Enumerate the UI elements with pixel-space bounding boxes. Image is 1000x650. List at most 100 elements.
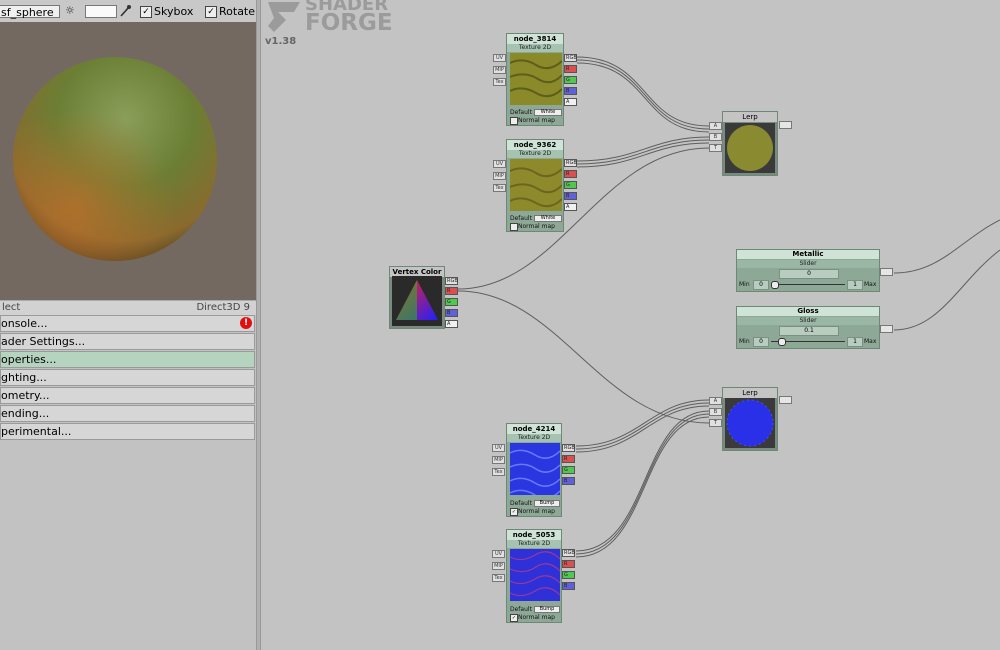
output-port-rgb[interactable]: RGB <box>562 444 575 452</box>
eyedropper-icon[interactable] <box>118 3 132 17</box>
slider-thumb[interactable] <box>771 281 779 289</box>
material-preview[interactable] <box>0 22 256 300</box>
output-port-rgb[interactable]: RGB <box>564 54 577 62</box>
normal-map-checkbox[interactable]: ✓ <box>510 508 518 516</box>
slider-value-field[interactable]: 0 <box>779 269 839 279</box>
skybox-label: Skybox <box>154 5 194 18</box>
input-port-uv[interactable]: UV <box>493 54 506 62</box>
menu-blending[interactable]: ending... <box>0 405 255 422</box>
output-port-b[interactable]: B <box>564 192 577 200</box>
menu-label: ometry... <box>1 389 50 402</box>
gloss-output-port[interactable] <box>880 325 893 333</box>
lerp-preview <box>725 123 775 173</box>
menu-lighting[interactable]: ghting... <box>0 369 255 386</box>
default-dropdown[interactable]: White <box>534 215 562 222</box>
input-port-mip[interactable]: MIP <box>493 172 506 180</box>
background-color-swatch[interactable] <box>85 5 117 18</box>
input-port-mip[interactable]: MIP <box>492 456 505 464</box>
min-label: Min <box>739 281 750 288</box>
menu-geometry[interactable]: ometry... <box>0 387 255 404</box>
lerp-node-2[interactable]: Lerp <box>722 387 778 451</box>
menu-experimental[interactable]: perimental... <box>0 423 255 440</box>
input-port-a[interactable]: A <box>709 122 722 130</box>
metallic-output-port[interactable] <box>880 268 893 276</box>
skybox-toggle[interactable]: ✓ Skybox <box>140 5 193 19</box>
max-field[interactable]: 1 <box>847 337 863 347</box>
texture-node-9362[interactable]: node_9362 Texture 2D Default White Norma… <box>506 139 564 232</box>
output-port-g[interactable]: G <box>564 181 577 189</box>
lerp-preview <box>725 398 775 448</box>
min-field[interactable]: 0 <box>753 337 769 347</box>
output-port-r[interactable]: R <box>564 170 577 178</box>
node-title: Gloss <box>737 307 879 316</box>
input-port-b[interactable]: B <box>709 408 722 416</box>
max-field[interactable]: 1 <box>847 280 863 290</box>
menu-properties[interactable]: operties... <box>0 351 255 368</box>
output-port-b[interactable]: B <box>564 87 577 95</box>
input-port-mip[interactable]: MIP <box>493 66 506 74</box>
input-port-uv[interactable]: UV <box>492 444 505 452</box>
input-port-tex[interactable]: Tex <box>493 184 506 192</box>
texture-thumbnail <box>510 53 562 105</box>
output-port-rgb[interactable]: RGB <box>445 277 458 285</box>
output-port[interactable] <box>779 121 792 129</box>
min-label: Min <box>739 338 750 345</box>
input-port-t[interactable]: T <box>709 419 722 427</box>
light-icon[interactable]: ☼ <box>65 4 75 17</box>
slider-value-field[interactable]: 0.1 <box>779 326 839 336</box>
slider-track[interactable] <box>771 284 845 285</box>
input-port-b[interactable]: B <box>709 133 722 141</box>
output-port-b[interactable]: B <box>562 582 575 590</box>
output-port-rgb[interactable]: RGB <box>564 159 577 167</box>
normal-map-checkbox[interactable] <box>510 223 518 231</box>
node-title: Lerp <box>723 112 777 122</box>
skybox-checkbox[interactable]: ✓ <box>140 6 152 18</box>
normal-map-checkbox[interactable]: ✓ <box>510 614 518 622</box>
input-port-a[interactable]: A <box>709 397 722 405</box>
input-port-tex[interactable]: Tex <box>492 468 505 476</box>
output-port-rgb[interactable]: RGB <box>562 549 575 557</box>
output-port-b[interactable]: B <box>562 477 575 485</box>
mesh-selector[interactable]: sf_sphere <box>0 5 60 19</box>
normal-map-checkbox[interactable] <box>510 117 518 125</box>
default-dropdown[interactable]: Bump <box>534 606 560 613</box>
texture-node-5053[interactable]: node_5053 Texture 2D Default Bump ✓ Norm… <box>506 529 562 623</box>
input-port-tex[interactable]: Tex <box>493 78 506 86</box>
output-port[interactable] <box>779 396 792 404</box>
output-port-r[interactable]: R <box>445 287 458 295</box>
output-port-g[interactable]: G <box>564 76 577 84</box>
output-port-g[interactable]: G <box>562 571 575 579</box>
rotate-toggle[interactable]: ✓ Rotate <box>205 5 255 19</box>
output-port-r[interactable]: R <box>562 560 575 568</box>
input-port-tex[interactable]: Tex <box>492 574 505 582</box>
node-title: node_4214 <box>507 424 561 434</box>
output-port-g[interactable]: G <box>562 466 575 474</box>
menu-label: ending... <box>1 407 50 420</box>
output-port-r[interactable]: R <box>564 65 577 73</box>
output-port-b[interactable]: B <box>445 309 458 317</box>
texture-node-3814[interactable]: node_3814 Texture 2D Default White Norma… <box>506 33 564 126</box>
output-port-a[interactable]: A <box>445 320 458 328</box>
logo-text-forge: FORGE <box>305 10 393 36</box>
output-port-r[interactable]: R <box>562 455 575 463</box>
menu-shader-settings[interactable]: ader Settings... <box>0 333 255 350</box>
input-port-uv[interactable]: UV <box>493 160 506 168</box>
default-dropdown[interactable]: White <box>534 109 562 116</box>
slider-thumb[interactable] <box>777 338 786 346</box>
gloss-slider-node[interactable]: Gloss Slider 0.1 Min 0 1 Max <box>736 306 880 349</box>
input-port-mip[interactable]: MIP <box>492 562 505 570</box>
texture-node-4214[interactable]: node_4214 Texture 2D Default Bump ✓ Norm… <box>506 423 562 517</box>
menu-console[interactable]: onsole... ! <box>0 315 255 332</box>
vertex-color-node[interactable]: Vertex Color <box>389 266 445 329</box>
node-type: Texture 2D <box>507 150 563 158</box>
min-field[interactable]: 0 <box>753 280 769 290</box>
output-port-g[interactable]: G <box>445 298 458 306</box>
default-dropdown[interactable]: Bump <box>534 500 560 507</box>
output-port-a[interactable]: A <box>564 203 577 211</box>
rotate-checkbox[interactable]: ✓ <box>205 6 217 18</box>
lerp-node-1[interactable]: Lerp <box>722 111 778 176</box>
input-port-uv[interactable]: UV <box>492 550 505 558</box>
output-port-a[interactable]: A <box>564 98 577 106</box>
input-port-t[interactable]: T <box>709 144 722 152</box>
metallic-slider-node[interactable]: Metallic Slider 0 Min 0 1 Max <box>736 249 880 292</box>
